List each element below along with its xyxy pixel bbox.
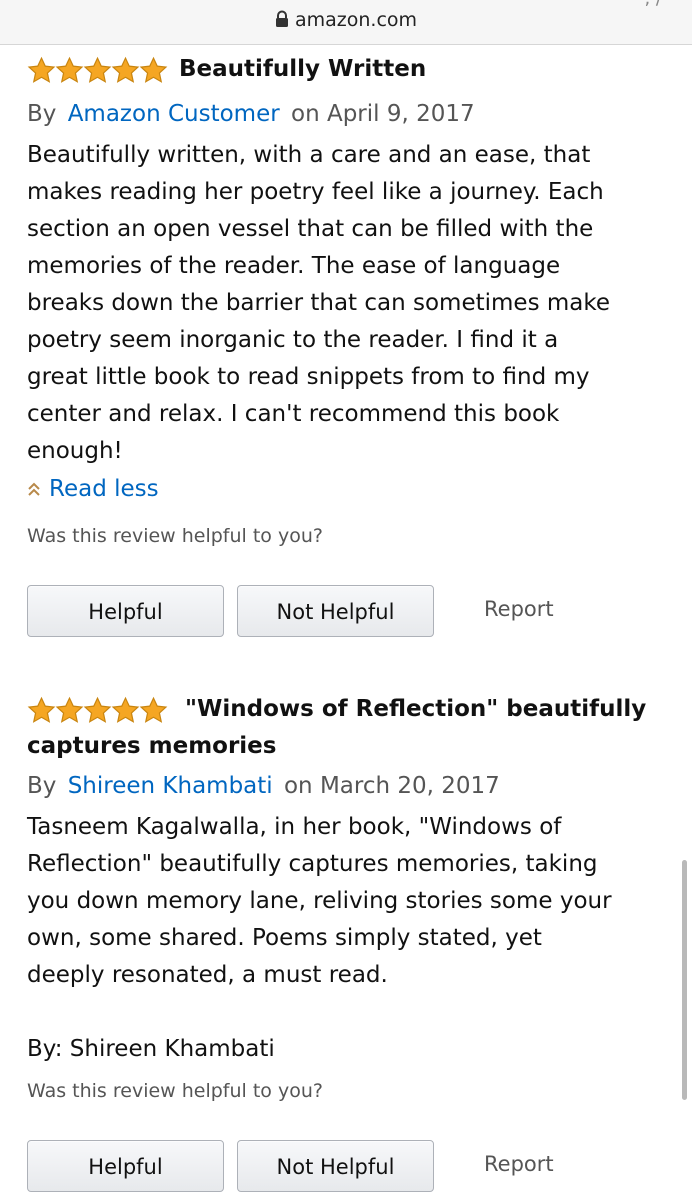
read-less-link[interactable]: Read less bbox=[27, 471, 667, 507]
chevron-up-double-icon bbox=[28, 482, 40, 496]
helpful-question: Was this review helpful to you? bbox=[27, 1080, 323, 1102]
review-body: Beautifully written, with a care and an … bbox=[27, 142, 611, 464]
review-date: on March 20, 2017 bbox=[283, 773, 500, 799]
url-domain: amazon.com bbox=[294, 9, 418, 31]
review-card: Beautifully Written By Amazon Customer o… bbox=[27, 55, 667, 641]
review-byline: By Amazon Customer on April 9, 2017 bbox=[27, 96, 667, 132]
star-icon bbox=[27, 56, 56, 83]
review-body: Tasneem Kagalwalla, in her book, "Window… bbox=[27, 814, 612, 1062]
url-display[interactable]: amazon.com bbox=[0, 9, 692, 33]
browser-url-bar[interactable]: ', / amazon.com bbox=[0, 0, 692, 45]
not-helpful-button[interactable]: Not Helpful bbox=[237, 1140, 434, 1192]
by-prefix: By bbox=[27, 101, 57, 127]
lock-icon bbox=[275, 10, 289, 33]
report-link[interactable]: Report bbox=[484, 597, 554, 621]
star-rating[interactable] bbox=[27, 56, 168, 85]
helpful-question: Was this review helpful to you? bbox=[27, 525, 323, 547]
review-title[interactable]: "Windows of Reflection" beautifully capt… bbox=[27, 691, 667, 765]
read-less-label: Read less bbox=[49, 476, 159, 502]
review-title[interactable]: Beautifully Written bbox=[179, 51, 426, 88]
review-byline: By Shireen Khambati on March 20, 2017 bbox=[27, 768, 667, 804]
star-icon bbox=[111, 56, 140, 83]
author-link[interactable]: Amazon Customer bbox=[68, 101, 280, 127]
report-link[interactable]: Report bbox=[484, 1152, 554, 1176]
helpful-button[interactable]: Helpful bbox=[27, 585, 224, 637]
review-date: on April 9, 2017 bbox=[291, 101, 475, 127]
star-icon bbox=[83, 56, 112, 83]
review-card: "Windows of Reflection" beautifully capt… bbox=[27, 695, 667, 1196]
helpful-button[interactable]: Helpful bbox=[27, 1140, 224, 1192]
star-icon bbox=[55, 56, 84, 83]
by-prefix: By bbox=[27, 773, 57, 799]
star-icon bbox=[139, 56, 168, 83]
not-helpful-button[interactable]: Not Helpful bbox=[237, 585, 434, 637]
scrollbar[interactable] bbox=[682, 860, 687, 1100]
status-fragment: ', / bbox=[640, 0, 662, 9]
author-link[interactable]: Shireen Khambati bbox=[68, 773, 273, 799]
